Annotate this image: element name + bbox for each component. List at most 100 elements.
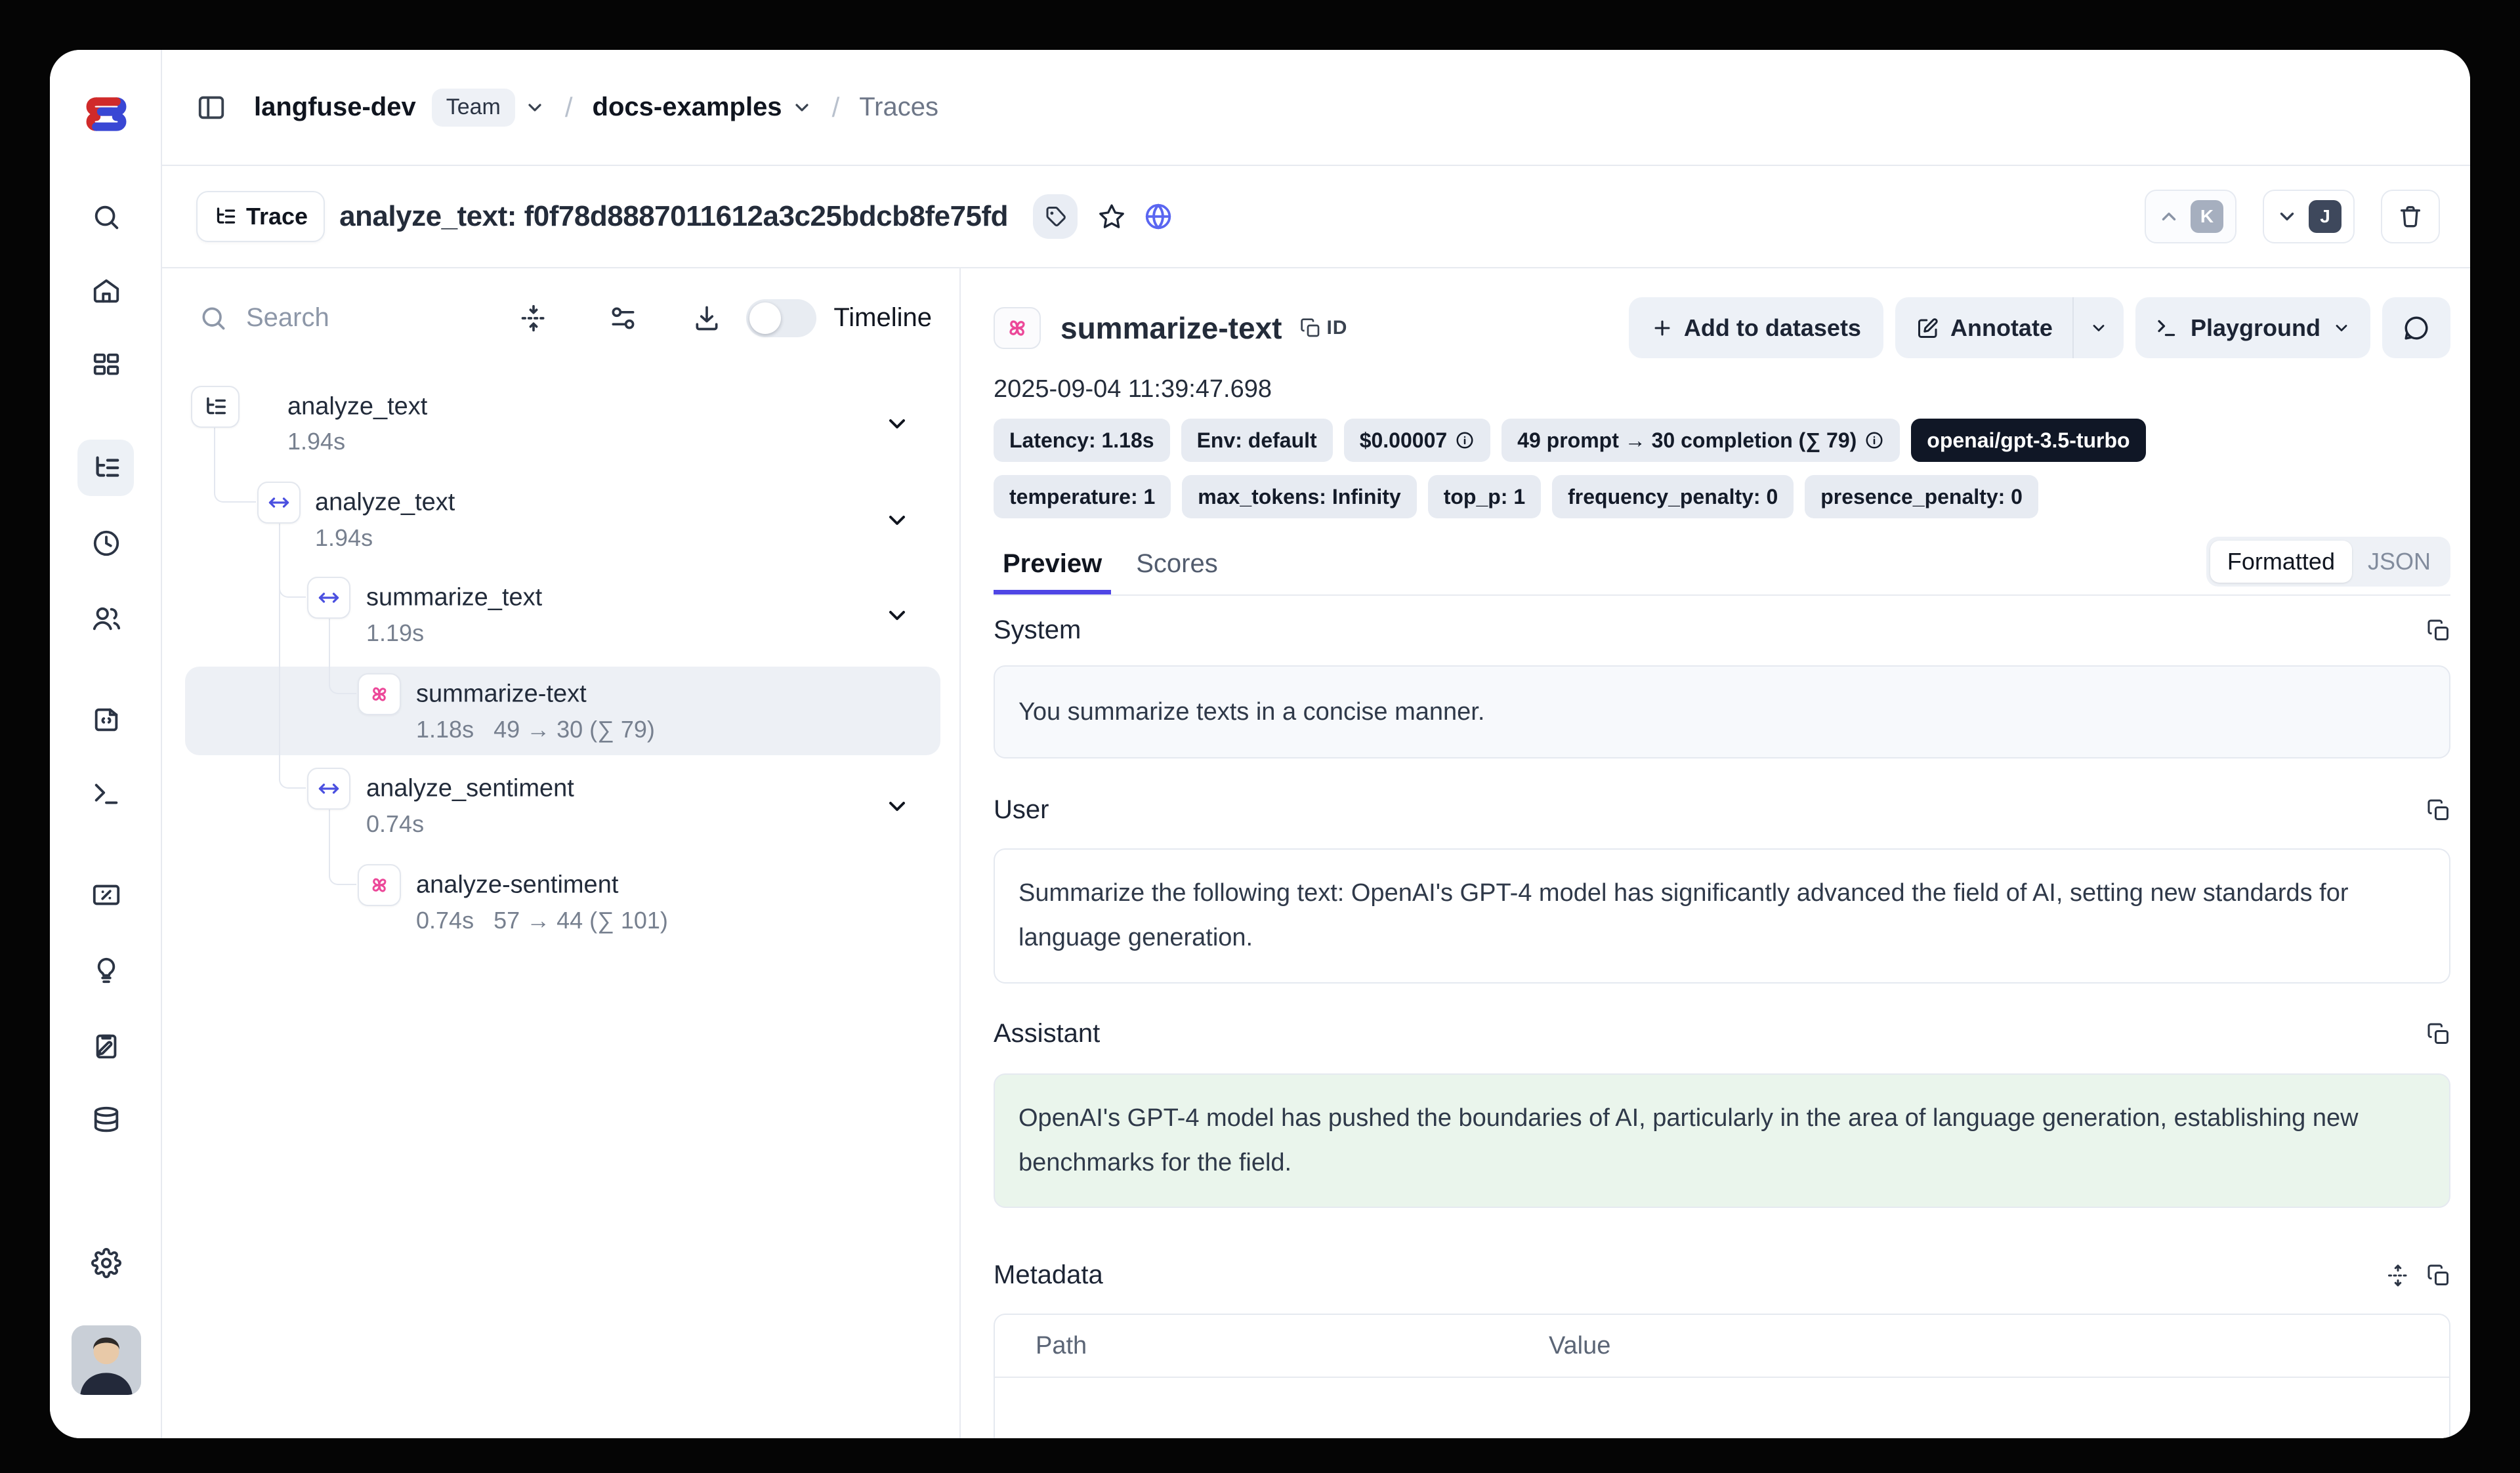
metadata-table-row: [995, 1378, 2449, 1438]
generation-node-icon-pill: [358, 673, 401, 715]
metadata-table-header: Path Value: [995, 1315, 2449, 1378]
tokens-badge[interactable]: 49 prompt → 30 completion (∑ 79): [1502, 419, 1900, 462]
generation-node-icon-pill: [358, 864, 401, 906]
trace-tree-icon: [203, 394, 228, 419]
playground-button[interactable]: Playground: [2135, 297, 2370, 358]
metadata-col-path: Path: [1036, 1323, 1549, 1368]
breadcrumb-org[interactable]: langfuse-dev: [254, 93, 416, 122]
tab-preview[interactable]: Preview: [994, 549, 1111, 596]
copy-id-button[interactable]: ID: [1300, 317, 1347, 339]
annotate-dropdown-chevron[interactable]: [2074, 297, 2124, 358]
metadata-section-header: Metadata: [994, 1260, 2450, 1290]
node-duration: 1.19s: [366, 619, 424, 647]
download-icon[interactable]: [692, 304, 721, 333]
env-badge: Env: default: [1181, 419, 1333, 462]
settings-gear-icon[interactable]: [50, 1248, 162, 1278]
node-chevron-down-icon[interactable]: [884, 507, 910, 533]
annotate-button[interactable]: Annotate: [1895, 297, 2072, 358]
terminal-icon[interactable]: [50, 779, 162, 809]
edit-pen-icon: [1916, 316, 1940, 340]
next-trace-button[interactable]: J: [2263, 190, 2355, 243]
chevron-down-icon: [2276, 205, 2298, 228]
search-nav-icon[interactable]: [50, 202, 162, 232]
add-to-datasets-button[interactable]: Add to datasets: [1629, 297, 1883, 358]
collapse-all-icon[interactable]: [519, 304, 548, 333]
node-chevron-down-icon[interactable]: [884, 793, 910, 819]
chevron-up-icon: [2158, 205, 2180, 228]
delete-trace-button[interactable]: [2381, 190, 2440, 243]
generation-pinwheel-icon: [368, 873, 391, 897]
span-node-icon-pill: [307, 577, 350, 619]
node-metrics: 0.74s57 → 44 (∑ 101): [416, 907, 668, 934]
observation-actions: Add to datasets Annotate Playground: [1629, 297, 2450, 358]
copy-icon: [2427, 619, 2450, 642]
annotation-clipboard-icon[interactable]: [50, 1031, 162, 1061]
search-icon: [199, 304, 228, 333]
tab-scores[interactable]: Scores: [1127, 549, 1227, 596]
observation-timestamp: 2025-09-04 11:39:47.698: [994, 375, 2450, 404]
param-badge: frequency_penalty: 0: [1552, 475, 1794, 518]
comments-button[interactable]: [2382, 297, 2450, 358]
timeline-toggle[interactable]: [746, 299, 816, 337]
assistant-heading: Assistant: [994, 1019, 1100, 1048]
copy-icon: [1300, 318, 1321, 339]
breadcrumb-project[interactable]: docs-examples: [593, 93, 782, 122]
expand-metadata-button[interactable]: [2386, 1264, 2410, 1287]
prompts-file-icon[interactable]: [50, 705, 162, 735]
org-logo[interactable]: [50, 84, 162, 144]
tree-toolbar: Timeline: [162, 268, 959, 367]
datasets-database-icon[interactable]: [50, 1105, 162, 1135]
metadata-col-value: Value: [1549, 1323, 1610, 1368]
prev-key-badge: K: [2191, 200, 2223, 233]
next-key-badge: J: [2309, 200, 2342, 233]
knot-logo-icon: [76, 84, 136, 144]
public-globe-button[interactable]: [1143, 201, 1173, 232]
top-breadcrumb-bar: langfuse-dev Team / docs-examples / Trac…: [162, 50, 2470, 166]
format-formatted-option[interactable]: Formatted: [2210, 541, 2352, 583]
org-chevron-down-icon[interactable]: [524, 97, 545, 118]
param-badge: presence_penalty: 0: [1805, 475, 2038, 518]
search-input[interactable]: [246, 303, 463, 333]
system-heading: System: [994, 615, 1081, 645]
tree-connector: [329, 619, 356, 694]
breadcrumb-separator: /: [565, 92, 573, 123]
copy-user-button[interactable]: [2427, 799, 2450, 822]
tree-connector: [329, 810, 356, 885]
toggle-knob: [749, 302, 781, 334]
prev-trace-button[interactable]: K: [2145, 190, 2236, 243]
breadcrumb-separator: /: [832, 92, 840, 123]
trace-node-icon-pill: [191, 386, 240, 428]
node-duration: 1.94s: [287, 428, 345, 455]
node-chevron-down-icon[interactable]: [884, 602, 910, 629]
breadcrumb-section[interactable]: Traces: [859, 93, 938, 122]
node-chevron-down-icon[interactable]: [884, 411, 910, 437]
format-json-option[interactable]: JSON: [2352, 548, 2446, 575]
lightbulb-icon[interactable]: [50, 955, 162, 985]
copy-metadata-button[interactable]: [2427, 1264, 2450, 1287]
copy-system-button[interactable]: [2427, 619, 2450, 642]
copy-assistant-button[interactable]: [2427, 1022, 2450, 1046]
bookmark-star-button[interactable]: [1097, 202, 1126, 231]
tag-icon: [1043, 205, 1067, 228]
dashboard-icon[interactable]: [50, 351, 162, 381]
avatar-photo: [72, 1325, 141, 1395]
home-icon[interactable]: [50, 276, 162, 306]
sessions-clock-icon[interactable]: [50, 528, 162, 558]
tags-button[interactable]: [1033, 194, 1078, 239]
model-badge[interactable]: openai/gpt-3.5-turbo: [1911, 419, 2145, 462]
tracing-tree-icon[interactable]: [50, 453, 162, 483]
evaluation-percent-icon[interactable]: [50, 880, 162, 910]
span-arrows-icon: [267, 491, 291, 514]
latency-badge: Latency: 1.18s: [994, 419, 1170, 462]
user-avatar[interactable]: [72, 1325, 141, 1395]
project-chevron-down-icon[interactable]: [791, 97, 812, 118]
copy-icon: [2427, 1264, 2450, 1287]
user-message-card: Summarize the following text: OpenAI's G…: [994, 848, 2450, 984]
view-settings-icon[interactable]: [608, 304, 637, 333]
trash-icon: [2397, 203, 2424, 230]
users-icon[interactable]: [50, 604, 162, 634]
unfold-vertical-icon: [2386, 1264, 2410, 1287]
cost-badge[interactable]: $0.00007: [1344, 419, 1490, 462]
generation-icon-pill: [994, 307, 1041, 349]
sidebar-toggle-icon[interactable]: [196, 93, 226, 123]
